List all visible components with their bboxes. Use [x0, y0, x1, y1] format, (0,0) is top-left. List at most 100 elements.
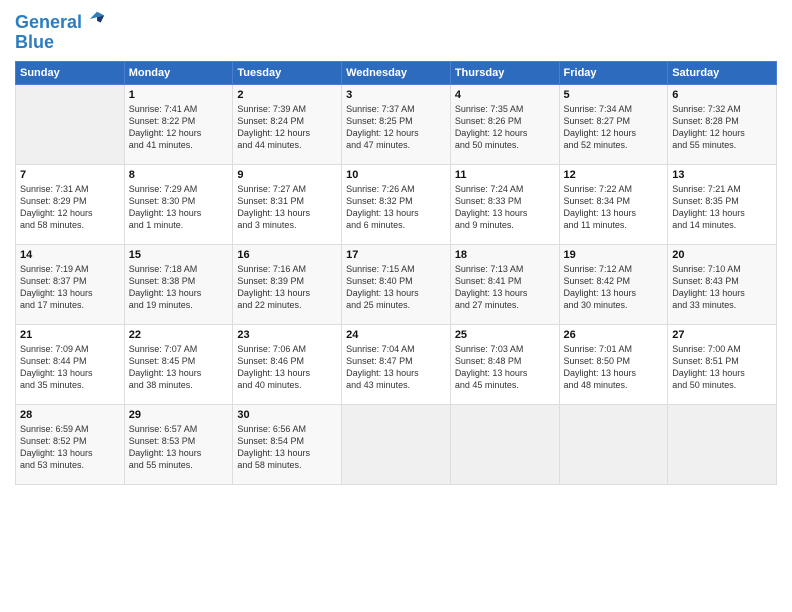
day-number: 18: [455, 249, 555, 261]
day-number: 13: [672, 169, 772, 181]
day-info: Sunrise: 7:00 AMSunset: 8:51 PMDaylight:…: [672, 343, 772, 392]
day-info: Sunrise: 7:01 AMSunset: 8:50 PMDaylight:…: [564, 343, 664, 392]
day-number: 21: [20, 329, 120, 341]
day-info: Sunrise: 6:56 AMSunset: 8:54 PMDaylight:…: [237, 423, 337, 472]
calendar-cell: 9Sunrise: 7:27 AMSunset: 8:31 PMDaylight…: [233, 164, 342, 244]
day-info: Sunrise: 7:35 AMSunset: 8:26 PMDaylight:…: [455, 103, 555, 152]
calendar-cell: 2Sunrise: 7:39 AMSunset: 8:24 PMDaylight…: [233, 84, 342, 164]
day-info: Sunrise: 6:59 AMSunset: 8:52 PMDaylight:…: [20, 423, 120, 472]
day-info: Sunrise: 7:27 AMSunset: 8:31 PMDaylight:…: [237, 183, 337, 232]
calendar-cell: 27 Sunrise: 7:00 AMSunset: 8:51 PMDayligh…: [668, 324, 777, 404]
calendar-cell: [342, 404, 451, 484]
day-info: Sunrise: 7:21 AMSunset: 8:35 PMDaylight:…: [672, 183, 772, 232]
calendar-cell: 6 Sunrise: 7:32 AMSunset: 8:28 PMDaylight…: [668, 84, 777, 164]
logo: General Blue: [15, 10, 106, 53]
calendar-cell: 19 Sunrise: 7:12 AMSunset: 8:42 PMDayligh…: [559, 244, 668, 324]
day-number: 12: [564, 169, 664, 181]
calendar-cell: 13 Sunrise: 7:21 AMSunset: 8:35 PMDayligh…: [668, 164, 777, 244]
calendar-cell: [668, 404, 777, 484]
day-info: Sunrise: 7:18 AMSunset: 8:38 PMDaylight:…: [129, 263, 229, 312]
day-number: 10: [346, 169, 446, 181]
day-number: 8: [129, 169, 229, 181]
day-number: 30: [237, 409, 337, 421]
logo-text: General: [15, 10, 106, 33]
page: General Blue SundayMondayTuesdayWednesda…: [0, 0, 792, 612]
day-info: Sunrise: 7:03 AMSunset: 8:48 PMDaylight:…: [455, 343, 555, 392]
calendar-cell: 15 Sunrise: 7:18 AMSunset: 8:38 PMDayligh…: [124, 244, 233, 324]
day-info: Sunrise: 6:57 AMSunset: 8:53 PMDaylight:…: [129, 423, 229, 472]
calendar-cell: 26 Sunrise: 7:01 AMSunset: 8:50 PMDayligh…: [559, 324, 668, 404]
day-number: 17: [346, 249, 446, 261]
day-header-tuesday: Tuesday: [233, 61, 342, 84]
day-info: Sunrise: 7:37 AMSunset: 8:25 PMDaylight:…: [346, 103, 446, 152]
day-number: 6: [672, 89, 772, 101]
day-number: 11: [455, 169, 555, 181]
day-number: 2: [237, 89, 337, 101]
calendar-cell: [16, 84, 125, 164]
day-number: 7: [20, 169, 120, 181]
day-number: 24: [346, 329, 446, 341]
day-number: 27: [672, 329, 772, 341]
header: General Blue: [15, 10, 777, 53]
calendar-cell: 17Sunrise: 7:15 AMSunset: 8:40 PMDayligh…: [342, 244, 451, 324]
calendar-cell: 24 Sunrise: 7:04 AMSunset: 8:47 PMDayligh…: [342, 324, 451, 404]
week-row-3: 21Sunrise: 7:09 AMSunset: 8:44 PMDayligh…: [16, 324, 777, 404]
day-info: Sunrise: 7:07 AMSunset: 8:45 PMDaylight:…: [129, 343, 229, 392]
day-info: Sunrise: 7:04 AMSunset: 8:47 PMDaylight:…: [346, 343, 446, 392]
calendar-cell: 12 Sunrise: 7:22 AMSunset: 8:34 PMDayligh…: [559, 164, 668, 244]
calendar-cell: 1 Sunrise: 7:41 AMSunset: 8:22 PMDaylight…: [124, 84, 233, 164]
header-row: SundayMondayTuesdayWednesdayThursdayFrid…: [16, 61, 777, 84]
day-number: 1: [129, 89, 229, 101]
day-info: Sunrise: 7:13 AMSunset: 8:41 PMDaylight:…: [455, 263, 555, 312]
day-info: Sunrise: 7:10 AMSunset: 8:43 PMDaylight:…: [672, 263, 772, 312]
day-info: Sunrise: 7:34 AMSunset: 8:27 PMDaylight:…: [564, 103, 664, 152]
day-info: Sunrise: 7:22 AMSunset: 8:34 PMDaylight:…: [564, 183, 664, 232]
week-row-1: 7 Sunrise: 7:31 AMSunset: 8:29 PMDaylight…: [16, 164, 777, 244]
day-info: Sunrise: 7:16 AMSunset: 8:39 PMDaylight:…: [237, 263, 337, 312]
week-row-4: 28 Sunrise: 6:59 AMSunset: 8:52 PMDayligh…: [16, 404, 777, 484]
day-number: 14: [20, 249, 120, 261]
calendar-cell: 10 Sunrise: 7:26 AMSunset: 8:32 PMDayligh…: [342, 164, 451, 244]
day-number: 23: [237, 329, 337, 341]
calendar-cell: 23 Sunrise: 7:06 AMSunset: 8:46 PMDayligh…: [233, 324, 342, 404]
day-number: 26: [564, 329, 664, 341]
calendar-cell: [559, 404, 668, 484]
day-number: 22: [129, 329, 229, 341]
calendar-cell: 3 Sunrise: 7:37 AMSunset: 8:25 PMDaylight…: [342, 84, 451, 164]
calendar-cell: 22 Sunrise: 7:07 AMSunset: 8:45 PMDayligh…: [124, 324, 233, 404]
day-info: Sunrise: 7:12 AMSunset: 8:42 PMDaylight:…: [564, 263, 664, 312]
day-info: Sunrise: 7:06 AMSunset: 8:46 PMDaylight:…: [237, 343, 337, 392]
week-row-2: 14 Sunrise: 7:19 AMSunset: 8:37 PMDayligh…: [16, 244, 777, 324]
day-info: Sunrise: 7:19 AMSunset: 8:37 PMDaylight:…: [20, 263, 120, 312]
day-number: 19: [564, 249, 664, 261]
calendar-cell: 7 Sunrise: 7:31 AMSunset: 8:29 PMDaylight…: [16, 164, 125, 244]
day-number: 20: [672, 249, 772, 261]
day-number: 4: [455, 89, 555, 101]
day-header-sunday: Sunday: [16, 61, 125, 84]
day-header-monday: Monday: [124, 61, 233, 84]
calendar-cell: 18 Sunrise: 7:13 AMSunset: 8:41 PMDayligh…: [450, 244, 559, 324]
day-header-saturday: Saturday: [668, 61, 777, 84]
logo-general: General: [15, 12, 82, 32]
day-info: Sunrise: 7:32 AMSunset: 8:28 PMDaylight:…: [672, 103, 772, 152]
day-number: 15: [129, 249, 229, 261]
day-header-friday: Friday: [559, 61, 668, 84]
day-info: Sunrise: 7:31 AMSunset: 8:29 PMDaylight:…: [20, 183, 120, 232]
calendar-cell: 21Sunrise: 7:09 AMSunset: 8:44 PMDayligh…: [16, 324, 125, 404]
day-number: 3: [346, 89, 446, 101]
week-row-0: 1 Sunrise: 7:41 AMSunset: 8:22 PMDaylight…: [16, 84, 777, 164]
logo-blue: Blue: [15, 33, 106, 53]
calendar-cell: 5Sunrise: 7:34 AMSunset: 8:27 PMDaylight…: [559, 84, 668, 164]
day-info: Sunrise: 7:29 AMSunset: 8:30 PMDaylight:…: [129, 183, 229, 232]
calendar-cell: 14 Sunrise: 7:19 AMSunset: 8:37 PMDayligh…: [16, 244, 125, 324]
day-info: Sunrise: 7:41 AMSunset: 8:22 PMDaylight:…: [129, 103, 229, 152]
calendar-cell: 11 Sunrise: 7:24 AMSunset: 8:33 PMDayligh…: [450, 164, 559, 244]
day-number: 16: [237, 249, 337, 261]
calendar-cell: 16 Sunrise: 7:16 AMSunset: 8:39 PMDayligh…: [233, 244, 342, 324]
logo-bird-icon: [88, 10, 106, 28]
calendar-cell: 29Sunrise: 6:57 AMSunset: 8:53 PMDayligh…: [124, 404, 233, 484]
day-info: Sunrise: 7:26 AMSunset: 8:32 PMDaylight:…: [346, 183, 446, 232]
calendar-table: SundayMondayTuesdayWednesdayThursdayFrid…: [15, 61, 777, 485]
day-number: 28: [20, 409, 120, 421]
day-info: Sunrise: 7:24 AMSunset: 8:33 PMDaylight:…: [455, 183, 555, 232]
